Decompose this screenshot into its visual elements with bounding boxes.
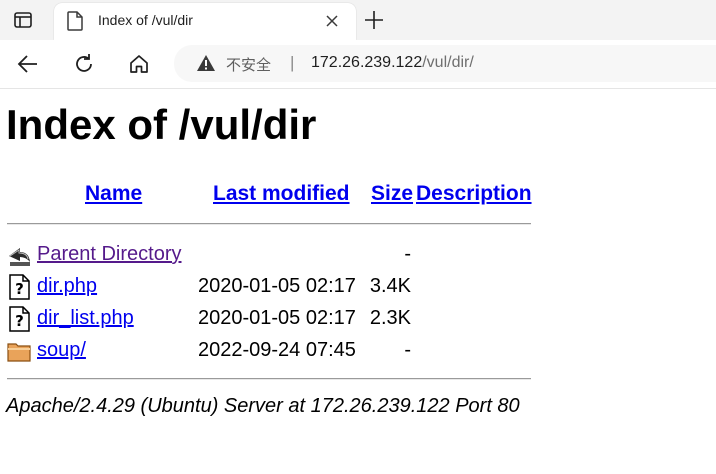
sort-by-size-link[interactable]: Size [371,182,413,206]
refresh-button-icon[interactable] [72,52,96,76]
entry-size: 3.4K [369,275,411,297]
sort-by-name-link[interactable]: Name [85,182,142,206]
navigation-toolbar: 不安全 | 172.26.239.122/vul/dir/ [0,40,716,89]
listing-row: ? dir.php 2020-01-05 02:17 3.4K [0,272,716,302]
sort-by-description-link[interactable]: Description [416,182,532,206]
back-button-icon[interactable] [16,52,40,76]
entry-name-link[interactable]: soup/ [37,339,86,362]
svg-text:?: ? [15,312,24,330]
listing-row: ? dir_list.php 2020-01-05 02:17 2.3K [0,304,716,334]
url-host: 172.26.239.122 [311,54,423,71]
unknown-file-icon: ? [9,306,30,332]
warning-icon[interactable] [196,54,216,72]
footer-divider [7,378,531,380]
page-content: Index of /vul/dir Name Last modified Siz… [0,89,716,474]
security-status-label[interactable]: 不安全 [226,54,271,75]
listing-row: soup/ 2022-09-24 07:45 - [0,336,716,366]
tab-title: Index of /vul/dir [98,12,193,28]
entry-modified: 2020-01-05 02:17 [198,307,356,329]
tab-strip: Index of /vul/dir [0,0,716,40]
url-text[interactable]: 172.26.239.122/vul/dir/ [311,54,474,72]
server-signature: Apache/2.4.29 (Ubuntu) Server at 172.26.… [6,395,520,417]
entry-size: - [404,243,411,265]
header-divider [7,223,531,225]
entry-name-link[interactable]: dir_list.php [37,307,134,330]
svg-text:?: ? [15,280,24,298]
folder-icon [7,343,31,362]
entry-modified: 2022-09-24 07:45 [198,339,356,361]
listing-row: Parent Directory - [0,240,716,270]
page-icon [67,11,83,31]
entry-name-link[interactable]: dir.php [37,275,97,298]
sort-by-last-modified-link[interactable]: Last modified [213,182,350,206]
entry-name-link[interactable]: Parent Directory [37,243,182,266]
active-tab[interactable]: Index of /vul/dir [54,3,356,40]
entry-size: 2.3K [369,307,411,329]
unknown-file-icon: ? [9,274,30,300]
entry-size: - [404,339,411,361]
home-button-icon[interactable] [127,52,151,76]
url-path: /vul/dir/ [422,54,474,71]
new-tab-icon[interactable] [362,8,386,32]
close-tab-icon[interactable] [324,13,340,29]
tab-actions-button[interactable] [10,8,36,32]
back-icon [9,248,30,266]
address-bar[interactable]: 不安全 | 172.26.239.122/vul/dir/ [174,45,716,82]
page-heading: Index of /vul/dir [6,101,317,148]
entry-modified: 2020-01-05 02:17 [198,275,356,297]
tab-actions-icon [14,12,32,28]
address-separator: | [290,53,295,72]
